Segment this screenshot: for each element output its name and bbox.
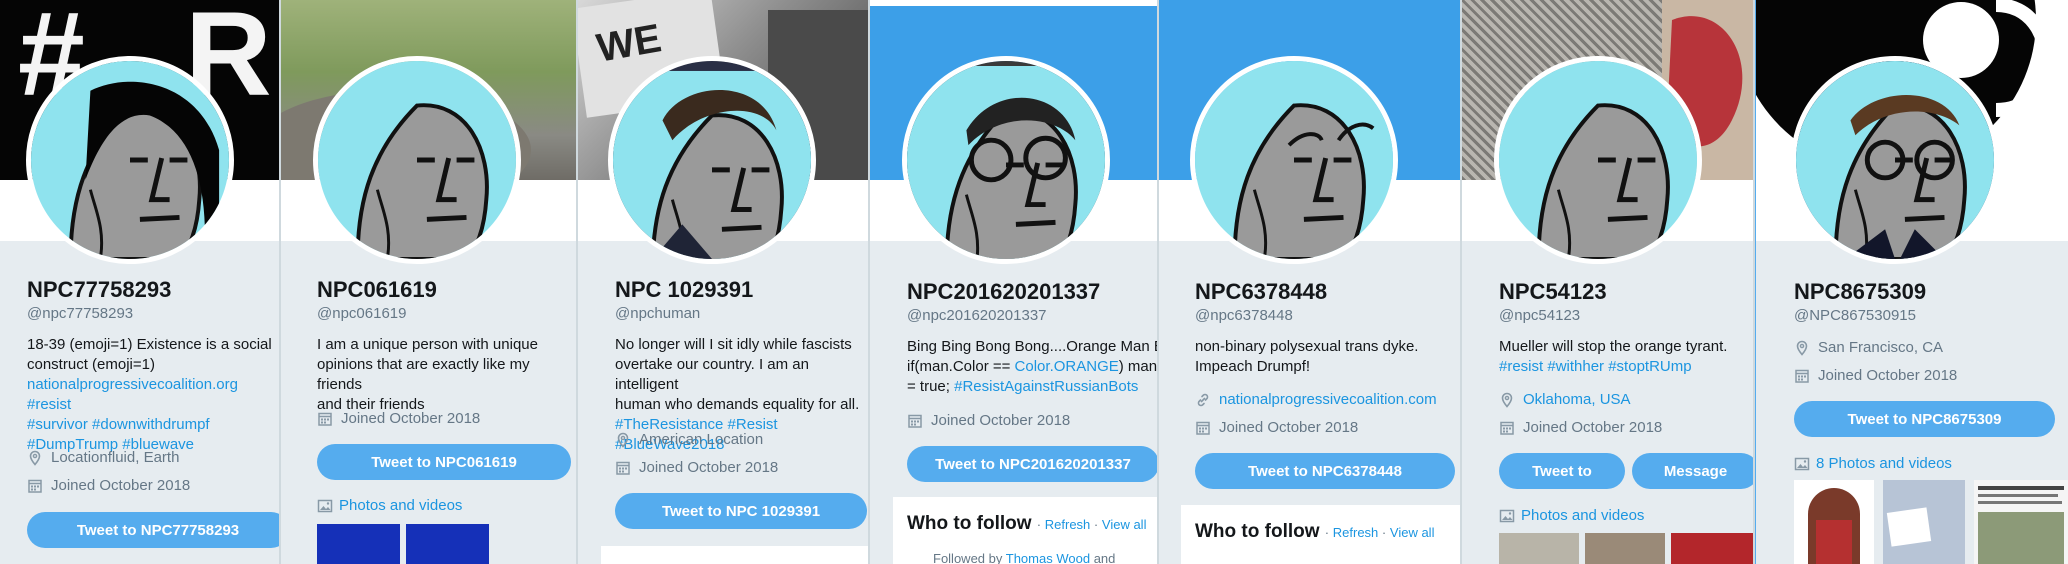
refresh-link[interactable]: Refresh — [1333, 525, 1379, 540]
profile-handle[interactable]: @npchuman — [615, 305, 700, 322]
media-thumbnail[interactable] — [1499, 533, 1579, 564]
tweet-to-button[interactable]: Tweet to — [1499, 453, 1625, 489]
location-icon — [1499, 392, 1515, 408]
joined-date: Joined October 2018 — [317, 410, 480, 427]
profile-handle[interactable]: @npc201620201337 — [907, 307, 1047, 324]
media-thumbnail[interactable] — [1974, 480, 2068, 564]
profile-name: NPC54123 — [1499, 279, 1607, 304]
calendar-icon — [1195, 420, 1211, 436]
calendar-icon — [1499, 420, 1515, 436]
location: San Francisco, CA — [1794, 339, 1943, 356]
avatar[interactable] — [313, 56, 521, 264]
avatar[interactable] — [26, 56, 234, 264]
profile-bio: 18-39 (emoji=1) Existence is a social co… — [27, 336, 272, 453]
image-icon — [1794, 456, 1810, 472]
location: American Location — [615, 431, 763, 448]
profile-bio: I am a unique person with unique opinion… — [317, 336, 538, 413]
media-thumbnail[interactable] — [1794, 480, 1874, 564]
media-thumbnail[interactable] — [317, 524, 400, 564]
avatar[interactable] — [902, 56, 1110, 264]
media-thumbnail[interactable] — [1883, 480, 1965, 564]
avatar[interactable] — [1190, 56, 1398, 264]
media-thumbnail[interactable] — [406, 524, 489, 564]
profile-card-7: NPC8675309 @NPC867530915 San Francisco, … — [1755, 0, 2068, 564]
location: Locationfluid, Earth — [27, 449, 179, 466]
profile-bio: Bing Bing Bong Bong....Orange Man Bad if… — [907, 338, 1159, 395]
profile-card-4: NPC201620201337 @npc201620201337 Bing Bi… — [870, 0, 1159, 564]
avatar[interactable] — [1494, 56, 1702, 264]
location-icon — [615, 432, 631, 448]
profile-name: NPC201620201337 — [907, 279, 1101, 304]
profile-handle[interactable]: @npc6378448 — [1195, 307, 1293, 324]
profile-bio: Mueller will stop the orange tyrant. #re… — [1499, 338, 1728, 375]
website: nationalprogressivecoalition.com — [1195, 391, 1437, 408]
who-to-follow-module: Who to follow · Refresh · View all — [1181, 505, 1460, 564]
calendar-icon — [615, 460, 631, 476]
image-icon — [317, 498, 333, 514]
location-icon — [27, 450, 43, 466]
profile-name: NPC061619 — [317, 277, 437, 302]
joined-date: Joined October 2018 — [615, 459, 778, 476]
joined-date: Joined October 2018 — [1794, 367, 1957, 384]
tweet-to-button[interactable]: Tweet to NPC8675309 — [1794, 401, 2055, 437]
view-all-link[interactable]: View all — [1390, 525, 1435, 540]
profile-name: NPC77758293 — [27, 277, 172, 302]
profile-handle[interactable]: @npc061619 — [317, 305, 406, 322]
module-top-edge — [601, 546, 868, 564]
location-icon — [1794, 340, 1810, 356]
followed-by-text: Followed by Thomas Wood and — [933, 551, 1116, 564]
joined-date: Joined October 2018 — [907, 412, 1070, 429]
profile-name: NPC 1029391 — [615, 277, 754, 302]
avatar[interactable] — [608, 56, 816, 264]
who-to-follow-title: Who to follow · Refresh · View all — [1195, 521, 1435, 542]
tweet-to-button[interactable]: Tweet to NPC6378448 — [1195, 453, 1455, 489]
profile-card-5: NPC6378448 @npc6378448 non-binary polyse… — [1159, 0, 1462, 564]
profile-card-2: NPC061619 @npc061619 I am a unique perso… — [281, 0, 578, 564]
who-to-follow-title: Who to follow · Refresh · View all — [907, 513, 1147, 534]
photos-and-videos-link[interactable]: Photos and videos — [317, 497, 462, 514]
avatar[interactable] — [1791, 56, 1999, 264]
photos-and-videos-link[interactable]: 8 Photos and videos — [1794, 455, 1952, 472]
joined-date: Joined October 2018 — [1499, 419, 1662, 436]
joined-date: Joined October 2018 — [1195, 419, 1358, 436]
image-icon — [1499, 508, 1515, 524]
media-thumbnail[interactable] — [1671, 533, 1753, 564]
profile-handle[interactable]: @npc54123 — [1499, 307, 1580, 324]
tweet-to-button[interactable]: Tweet to NPC 1029391 — [615, 493, 867, 529]
calendar-icon — [907, 413, 923, 429]
calendar-icon — [27, 478, 43, 494]
profile-card-6: NPC54123 @npc54123 Mueller will stop the… — [1462, 0, 1755, 564]
calendar-icon — [1794, 368, 1810, 384]
tweet-to-button[interactable]: Tweet to NPC77758293 — [27, 512, 279, 548]
view-all-link[interactable]: View all — [1102, 517, 1147, 532]
tweet-to-button[interactable]: Tweet to NPC061619 — [317, 444, 571, 480]
profile-card-3: WE NPC 1029391 @npchuman No longer will … — [578, 0, 870, 564]
calendar-icon — [317, 411, 333, 427]
message-button[interactable]: Message — [1632, 453, 1753, 489]
profile-bio: non-binary polysexual trans dyke. Impeac… — [1195, 338, 1419, 375]
profile-handle[interactable]: @NPC867530915 — [1794, 307, 1916, 324]
profile-name: NPC8675309 — [1794, 279, 1927, 304]
link-icon — [1195, 392, 1211, 408]
tweet-to-button[interactable]: Tweet to NPC201620201337 — [907, 446, 1157, 482]
profile-card-1: # R NPC77758293 @npc77758293 18-39 (emoj… — [0, 0, 281, 564]
media-thumbnail[interactable] — [1585, 533, 1665, 564]
refresh-link[interactable]: Refresh — [1045, 517, 1091, 532]
profile-handle[interactable]: @npc77758293 — [27, 305, 133, 322]
who-to-follow-module: Who to follow · Refresh · View all Follo… — [893, 497, 1157, 564]
joined-date: Joined October 2018 — [27, 477, 190, 494]
location: Oklahoma, USA — [1499, 391, 1631, 408]
profile-name: NPC6378448 — [1195, 279, 1328, 304]
photos-and-videos-link[interactable]: Photos and videos — [1499, 507, 1644, 524]
